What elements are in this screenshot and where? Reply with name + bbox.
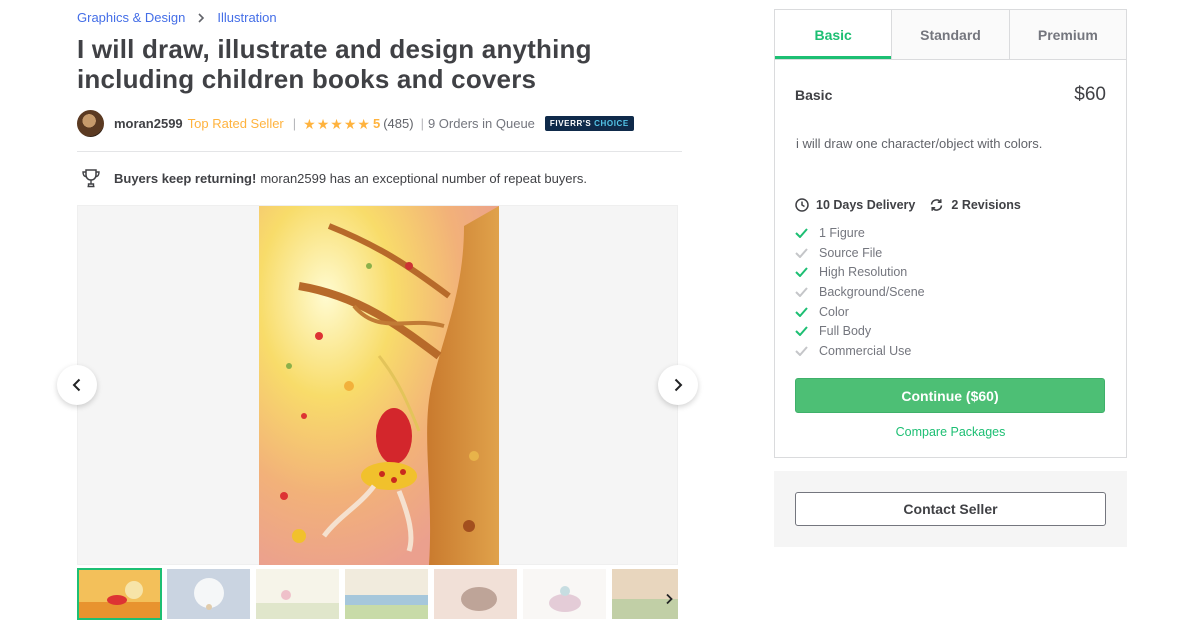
gallery-thumbnail[interactable] (344, 568, 429, 620)
seller-overview: moran2599 Top Rated Seller | ★ ★ ★ ★ ★ 5… (77, 110, 634, 137)
package-header: Basic $60 (795, 84, 1106, 106)
feature-label: High Resolution (819, 265, 908, 280)
chevron-right-icon (673, 378, 683, 392)
continue-button[interactable]: Continue ($60) (795, 378, 1105, 413)
gallery-next-button[interactable] (658, 365, 698, 405)
star-icon: ★ (330, 115, 343, 132)
package-features: 1 Figure Source File High Resolution Bac… (795, 223, 925, 361)
feature-label: Color (819, 304, 849, 319)
separator: | (420, 116, 424, 131)
gallery-thumbnails (77, 568, 678, 622)
trophy-icon (80, 167, 102, 189)
feature-item: Color (795, 302, 925, 322)
rating-score: 5 (372, 116, 381, 131)
gallery-main-image[interactable] (259, 206, 499, 565)
gig-title: I will draw, illustrate and design anyth… (77, 34, 592, 94)
feature-label: 1 Figure (819, 225, 865, 240)
checkmark-icon (795, 287, 809, 297)
compare-packages-link[interactable]: Compare Packages (775, 425, 1126, 439)
checkmark-icon (795, 306, 809, 317)
package-description: i will draw one character/object with co… (796, 136, 1043, 151)
checkmark-icon (795, 267, 809, 278)
separator: | (292, 116, 297, 131)
gallery-thumbnail[interactable] (255, 568, 340, 620)
checkmark-icon (795, 247, 809, 258)
breadcrumb-category-link[interactable]: Graphics & Design (77, 10, 185, 25)
tab-premium[interactable]: Premium (1008, 10, 1126, 59)
feature-item: Background/Scene (795, 282, 925, 302)
star-icon: ★ (357, 115, 370, 132)
star-icon: ★ (316, 115, 330, 132)
badge-suffix: CHOICE (594, 119, 629, 128)
feature-item: Source File (795, 243, 925, 263)
package-tabs: Basic Standard Premium (775, 10, 1126, 60)
orders-in-queue: 9 Orders in Queue (427, 116, 535, 131)
repeat-buyers-highlight: Buyers keep returning! moran2599 has an … (80, 167, 587, 189)
reviews-count-link[interactable]: (485) (383, 116, 413, 131)
delivery-time: 10 Days Delivery (816, 198, 916, 212)
feature-label: Full Body (819, 324, 872, 339)
gallery-prev-button[interactable] (57, 365, 97, 405)
packages-panel: Basic Standard Premium Basic $60 i will … (774, 9, 1127, 458)
avatar[interactable] (77, 110, 104, 137)
feature-label: Background/Scene (819, 284, 925, 299)
package-meta: 10 Days Delivery 2 Revisions (795, 198, 1021, 212)
star-icon: ★ (303, 115, 316, 132)
refresh-icon (929, 198, 944, 212)
seller-level: Top Rated Seller (187, 116, 284, 131)
feature-item: High Resolution (795, 262, 925, 282)
breadcrumb-subcategory-link[interactable]: Illustration (217, 10, 276, 25)
chevron-right-icon (665, 593, 673, 605)
feature-item: Full Body (795, 321, 925, 341)
clock-icon (795, 198, 809, 212)
tab-standard[interactable]: Standard (891, 10, 1009, 59)
gallery-thumbnail[interactable] (522, 568, 607, 620)
revisions-count: 2 Revisions (951, 198, 1021, 212)
checkmark-icon (795, 346, 809, 356)
badge-prefix: FIVERR'S (549, 119, 592, 128)
tab-basic[interactable]: Basic (775, 10, 892, 59)
package-name: Basic (795, 87, 833, 103)
highlight-text: moran2599 has an exceptional number of r… (260, 170, 587, 186)
chevron-right-icon (197, 12, 205, 23)
fiverrs-choice-badge: FIVERR'S CHOICE (544, 116, 634, 131)
package-price: $60 (1074, 84, 1106, 105)
gallery-thumbnail[interactable] (433, 568, 518, 620)
feature-item: 1 Figure (795, 223, 925, 243)
breadcrumb: Graphics & Design Illustration (77, 10, 277, 25)
gallery-thumbnail[interactable] (166, 568, 251, 620)
highlight-title: Buyers keep returning! (114, 170, 257, 186)
gig-gallery (77, 205, 678, 565)
star-rating: ★ ★ ★ ★ ★ (303, 117, 370, 131)
feature-label: Commercial Use (819, 343, 912, 358)
contact-seller-button[interactable]: Contact Seller (795, 492, 1106, 526)
seller-username[interactable]: moran2599 (114, 116, 183, 131)
feature-label: Source File (819, 245, 883, 260)
thumbnails-next-button[interactable] (660, 588, 678, 610)
checkmark-icon (795, 326, 809, 337)
chevron-left-icon (72, 378, 82, 392)
contact-seller-section: Contact Seller (774, 471, 1127, 547)
checkmark-icon (795, 228, 809, 238)
star-icon: ★ (343, 115, 357, 132)
divider (77, 151, 682, 152)
gallery-thumbnail[interactable] (77, 568, 162, 620)
feature-item: Commercial Use (795, 341, 925, 361)
